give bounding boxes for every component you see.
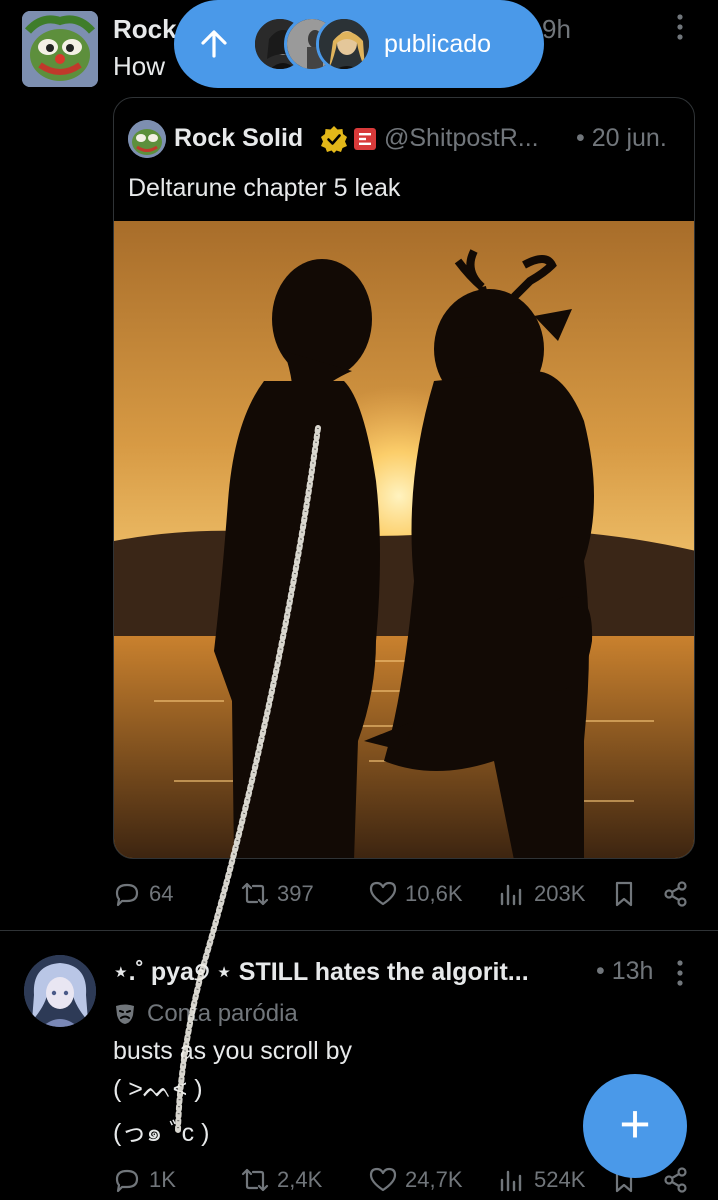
heart-icon [369,1167,397,1192]
repost-icon [241,882,269,906]
author-avatar[interactable] [24,955,96,1027]
tweet-text: How [113,51,166,81]
author-name[interactable]: ⋆.˚ pya୭ ⋆ STILL hates the algorit... [113,957,529,987]
new-posts-avatars [252,16,372,72]
reply-icon [115,883,139,907]
avatar [316,16,372,72]
mask-icon [116,1004,134,1024]
tweet-text-line: busts as you scroll by [113,1037,352,1065]
repost-icon [241,1168,269,1192]
tweet-timestamp[interactable]: 9h [542,14,571,45]
share-button[interactable] [662,1166,690,1194]
views-count: 203K [534,881,586,906]
new-posts-label: publicado [384,29,492,58]
like-count: 24,7K [405,1167,463,1192]
views-button[interactable]: 524K [498,1166,585,1194]
author-name[interactable]: Rock [113,14,177,45]
more-options-icon[interactable] [672,12,688,46]
verified-badge-icon [321,126,347,153]
arrow-up-icon [201,30,227,58]
quoted-author-handle[interactable]: @ShitpostR... [384,124,539,153]
views-button[interactable]: 203K [498,880,585,908]
like-button[interactable]: 10,6K [369,880,463,908]
affiliate-badge-icon [354,128,376,150]
bookmark-icon [615,881,633,907]
parody-text: Conta paródia [147,1000,298,1027]
reply-button[interactable]: 64 [113,880,173,908]
heart-icon [369,881,397,906]
quoted-tweet-text: Deltarune chapter 5 leak [128,174,401,202]
like-button[interactable]: 24,7K [369,1166,463,1194]
reply-count: 64 [149,881,174,906]
repost-count: 397 [277,881,314,906]
divider [0,930,718,931]
views-icon [500,884,522,906]
repost-button[interactable]: 397 [241,880,314,908]
tweet-text-line: ( >ᨓ< ) [113,1075,203,1103]
quoted-author-name[interactable]: Rock Solid [174,124,303,153]
share-button[interactable] [662,880,690,908]
compose-button[interactable]: + [583,1074,687,1178]
bookmark-button[interactable] [610,880,638,908]
quoted-tweet-card[interactable]: Rock Solid @ShitpostR... • 20 jun. Delta… [113,97,695,859]
new-posts-pill[interactable]: publicado [174,0,544,88]
quoted-tweet-date[interactable]: • 20 jun. [576,124,667,153]
quoted-author-avatar[interactable] [128,120,166,158]
views-icon [500,1170,522,1192]
like-count: 10,6K [405,881,463,906]
quoted-tweet-image[interactable] [114,221,695,859]
share-icon [664,1167,687,1193]
tweet-text-line: (っ๑ ﾞc ) [113,1119,210,1147]
author-avatar[interactable] [22,11,98,87]
repost-count: 2,4K [277,1167,323,1192]
tweet-timestamp[interactable]: • 13h [596,957,653,986]
tweet-action-bar: 64 397 10,6K 203K [113,876,713,912]
reply-count: 1K [149,1167,176,1192]
more-options-icon[interactable] [672,958,688,992]
plus-icon: + [619,1094,651,1154]
views-count: 524K [534,1167,586,1192]
parody-label: Conta paródia [113,1000,298,1028]
reply-icon [115,1169,139,1193]
reply-button[interactable]: 1K [113,1166,176,1194]
share-icon [664,881,687,907]
repost-button[interactable]: 2,4K [241,1166,322,1194]
